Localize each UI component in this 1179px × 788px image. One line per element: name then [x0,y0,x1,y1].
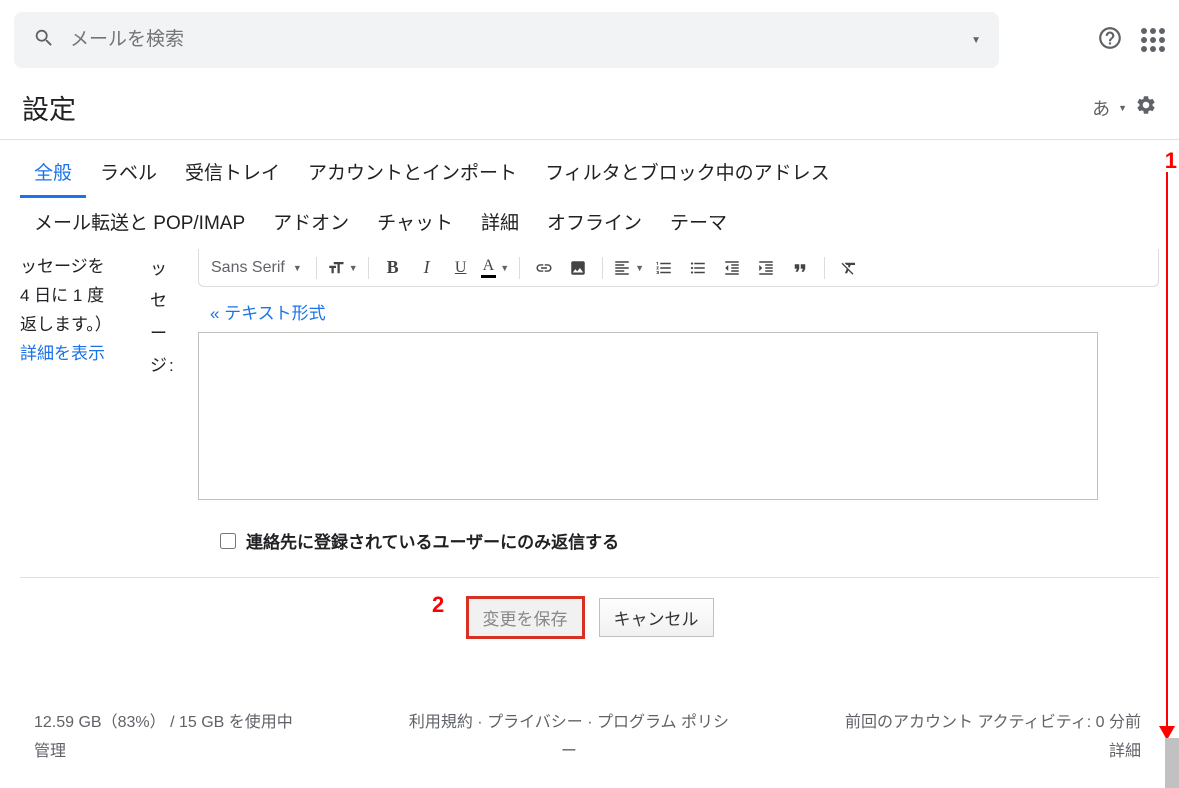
tab-forwarding[interactable]: メール転送と POP/IMAP [20,198,259,245]
title-row: 設定 あ ▼ [0,80,1179,139]
tab-labels[interactable]: ラベル [86,148,171,198]
tab-accounts[interactable]: アカウントとインポート [294,148,531,198]
search-icon [24,27,64,54]
annotation-2: 2 [432,592,444,618]
tab-filters[interactable]: フィルタとブロック中のアドレス [531,148,844,198]
title-right-controls: あ ▼ [1092,94,1157,121]
separator [519,257,520,279]
scrollbar-thumb[interactable] [1165,738,1179,788]
page-title: 設定 [22,88,76,127]
manage-storage-link[interactable]: 管理 [34,743,66,760]
tab-themes[interactable]: テーマ [656,198,741,245]
learn-more-link[interactable]: 詳細を表示 [20,344,105,363]
align-button[interactable]: ▼ [613,254,644,282]
search-input[interactable] [64,29,963,51]
bulleted-list-button[interactable] [684,254,712,282]
separator [824,257,825,279]
editor-column: Sans Serif ▼ ▼ B I U A▼ [190,249,1159,500]
indent-more-button[interactable] [752,254,780,282]
tab-advanced[interactable]: 詳細 [467,198,533,245]
contacts-only-row: 連絡先に登録されているユーザーにのみ返信する [220,528,1159,553]
chevron-down-icon: ▼ [293,263,302,273]
underline-button[interactable]: U [447,254,475,282]
text-color-button[interactable]: A▼ [481,254,509,282]
indent-less-button[interactable] [718,254,746,282]
header-bar: ▼ [0,0,1179,80]
quote-button[interactable] [786,254,814,282]
details-link[interactable]: 詳細 [1109,743,1141,760]
desc-text: 返します。） [20,315,112,334]
image-button[interactable] [564,254,592,282]
footer-links[interactable]: 利用規約 · プライバシー · プログラム ポリシ ー [409,709,729,767]
annotation-1: 1 [1165,148,1177,174]
footer: 12.59 GB（83%） / 15 GB を使用中 管理 利用規約 · プライ… [20,639,1159,767]
desc-text: 4 日に 1 度 [20,286,104,305]
message-label: ッ セ ー ジ: [150,249,190,382]
gear-icon[interactable] [1135,94,1157,121]
tab-chat[interactable]: チャット [363,198,467,245]
separator [602,257,603,279]
action-buttons-row: 変更を保存 キャンセル [20,577,1159,639]
save-button[interactable]: 変更を保存 [466,596,585,639]
italic-button[interactable]: I [413,254,441,282]
message-textarea[interactable] [198,332,1098,500]
settings-tabs: 全般 ラベル 受信トレイ アカウントとインポート フィルタとブロック中のアドレス… [0,140,1179,245]
chevron-down-icon[interactable]: ▼ [1118,103,1127,113]
tab-addons[interactable]: アドオン [259,198,363,245]
setting-description: ッセージを 4 日に 1 度 返します。） 詳細を表示 [20,249,150,369]
font-family-select[interactable]: Sans Serif ▼ [207,259,306,277]
separator [368,257,369,279]
help-icon[interactable] [1097,25,1123,56]
annotation-arrow [1159,150,1175,740]
desc-text: ッセージを [20,257,105,276]
separator [316,257,317,279]
header-right [1097,25,1165,56]
contacts-only-label: 連絡先に登録されているユーザーにのみ返信する [246,528,619,553]
tab-offline[interactable]: オフライン [533,198,656,245]
cancel-button[interactable]: キャンセル [599,598,714,637]
text-mode-link[interactable]: « テキスト形式 [210,299,326,324]
storage-info: 12.59 GB（83%） / 15 GB を使用中 管理 [34,709,293,767]
link-button[interactable] [530,254,558,282]
remove-format-button[interactable] [835,254,863,282]
search-box[interactable]: ▼ [14,12,999,68]
numbered-list-button[interactable] [650,254,678,282]
content-area: ッセージを 4 日に 1 度 返します。） 詳細を表示 ッ セ ー ジ: San… [0,245,1179,767]
search-options-dropdown-icon[interactable]: ▼ [963,35,989,46]
tab-inbox[interactable]: 受信トレイ [171,148,294,198]
input-method-label[interactable]: あ [1092,95,1110,121]
contacts-only-checkbox[interactable] [220,533,236,549]
activity-info: 前回のアカウント アクティビティ: 0 分前 詳細 [845,709,1141,767]
tab-general[interactable]: 全般 [20,148,86,198]
bold-button[interactable]: B [379,254,407,282]
apps-icon[interactable] [1141,28,1165,52]
font-size-button[interactable]: ▼ [327,254,358,282]
chevron-down-icon: ▼ [349,263,358,273]
format-toolbar: Sans Serif ▼ ▼ B I U A▼ [198,249,1159,287]
